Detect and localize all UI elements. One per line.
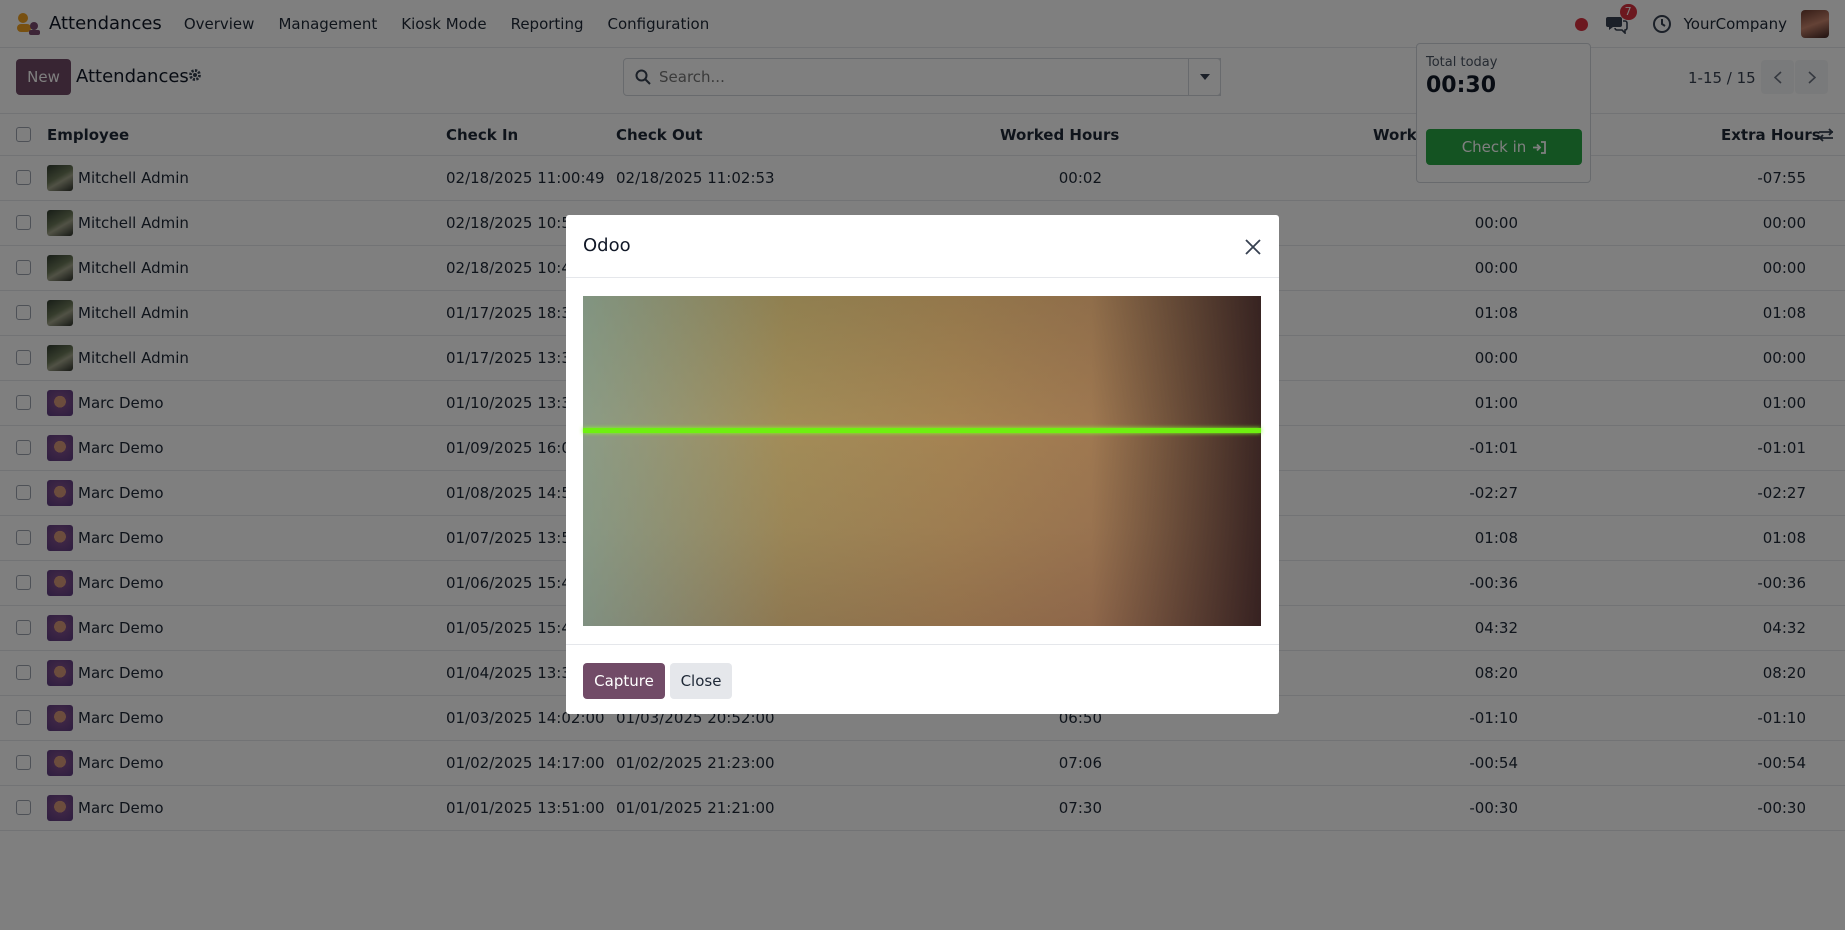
dialog-title: Odoo xyxy=(583,235,631,256)
camera-preview xyxy=(583,296,1261,626)
camera-dialog: Odoo Capture Close xyxy=(566,215,1279,714)
close-icon[interactable] xyxy=(1243,237,1263,257)
close-button[interactable]: Close xyxy=(670,663,732,699)
dialog-header: Odoo xyxy=(566,215,1279,278)
capture-button[interactable]: Capture xyxy=(583,663,665,699)
barcode-scan-line xyxy=(583,428,1261,433)
dialog-footer: Capture Close xyxy=(566,644,1279,714)
